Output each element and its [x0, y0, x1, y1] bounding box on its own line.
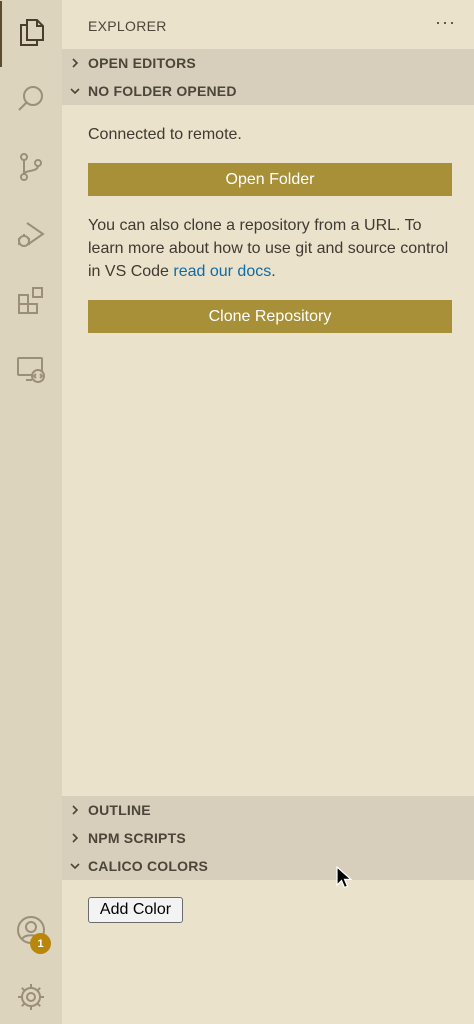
activity-bar: 1	[0, 0, 62, 1024]
activity-accounts[interactable]: 1	[0, 899, 62, 965]
remote-explorer-icon	[15, 353, 47, 390]
section-no-folder-opened[interactable]: NO FOLDER OPENED	[62, 77, 474, 105]
activity-remote-explorer[interactable]	[0, 338, 62, 404]
activity-search[interactable]	[0, 68, 62, 134]
add-color-button[interactable]: Add Color	[88, 897, 183, 923]
activity-extensions[interactable]	[0, 270, 62, 336]
files-icon	[15, 16, 47, 53]
search-icon	[15, 83, 47, 120]
activity-run-debug[interactable]	[0, 203, 62, 269]
chevron-right-icon	[62, 49, 88, 77]
run-debug-icon	[15, 218, 47, 255]
activity-manage[interactable]	[0, 966, 62, 1024]
section-label: NPM SCRIPTS	[88, 830, 186, 846]
section-outline[interactable]: OUTLINE	[62, 796, 474, 824]
activity-source-control[interactable]	[0, 136, 62, 202]
clone-info-text: You can also clone a repository from a U…	[88, 214, 458, 283]
gear-icon	[15, 981, 47, 1018]
activity-explorer[interactable]	[0, 1, 62, 67]
source-control-icon	[15, 151, 47, 188]
vscode-window: 1 EXPLORER ··· OPEN EDITORS NO FOLDER OP…	[0, 0, 474, 1024]
section-label: OPEN EDITORS	[88, 55, 196, 71]
section-label: OUTLINE	[88, 802, 151, 818]
chevron-right-icon	[62, 796, 88, 824]
connected-text: Connected to remote.	[88, 126, 242, 143]
more-actions-button[interactable]: ···	[435, 12, 456, 33]
clone-repository-button[interactable]: Clone Repository	[88, 300, 452, 333]
section-calico-colors[interactable]: CALICO COLORS	[62, 852, 474, 880]
open-folder-button[interactable]: Open Folder	[88, 163, 452, 196]
clone-info-text-end: .	[271, 263, 276, 280]
chevron-down-icon	[62, 852, 88, 880]
extensions-icon	[15, 285, 47, 322]
read-docs-link[interactable]: read our docs	[173, 263, 271, 280]
section-open-editors[interactable]: OPEN EDITORS	[62, 49, 474, 77]
mouse-cursor-icon	[336, 865, 353, 890]
section-npm-scripts[interactable]: NPM SCRIPTS	[62, 824, 474, 852]
explorer-sidebar: EXPLORER ··· OPEN EDITORS NO FOLDER OPEN…	[62, 0, 474, 1024]
section-label: NO FOLDER OPENED	[88, 83, 237, 99]
section-label: CALICO COLORS	[88, 858, 209, 874]
chevron-right-icon	[62, 824, 88, 852]
accounts-badge: 1	[30, 933, 51, 954]
sidebar-title: EXPLORER	[88, 18, 167, 34]
chevron-down-icon	[62, 77, 88, 105]
